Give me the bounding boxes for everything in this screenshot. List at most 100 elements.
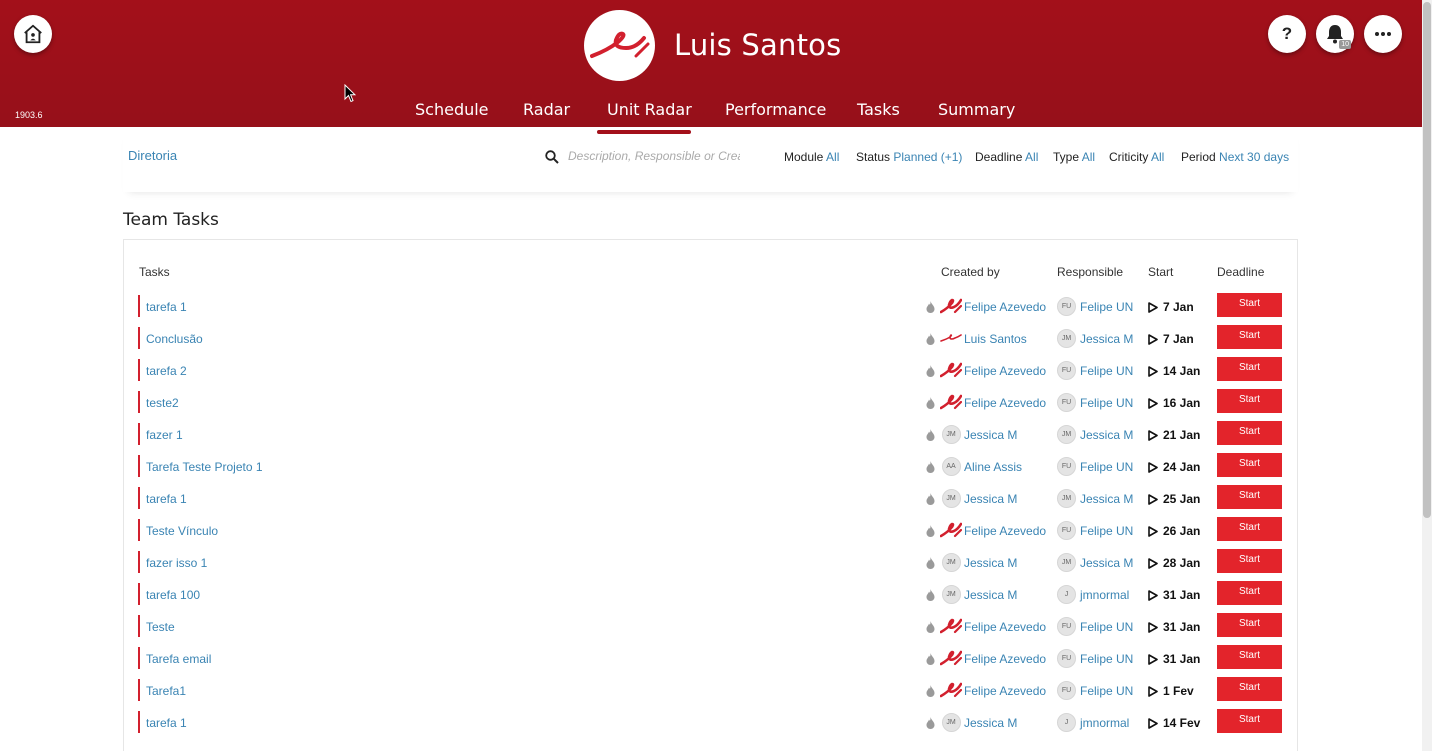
creator-link[interactable]: Felipe Azevedo (964, 396, 1046, 410)
table-row[interactable]: fazer 1 JM Jessica M JM Jessica M 21 Jan Start (123, 419, 1298, 451)
table-row[interactable]: Teste Felipe Azevedo FU Felipe UN 31 Jan Star… (123, 611, 1298, 643)
task-link[interactable]: tarefa 100 (146, 588, 200, 602)
table-row[interactable]: tarefa 1 JM Jessica M JM Jessica M 25 Jan Star… (123, 483, 1298, 515)
responsible-link[interactable]: Felipe UN (1080, 396, 1133, 410)
table-row[interactable]: tarefa 2 Felipe Azevedo FU Felipe UN 14 Jan S… (123, 355, 1298, 387)
start-button[interactable]: Start (1217, 357, 1282, 381)
logo-swoosh-icon (940, 618, 962, 634)
search-input[interactable] (568, 149, 740, 163)
task-link[interactable]: Teste (146, 620, 175, 634)
start-button[interactable]: Start (1217, 645, 1282, 669)
filter-module[interactable]: Module All (784, 150, 839, 164)
page-scrollbar[interactable] (1422, 0, 1432, 751)
responsible-link[interactable]: Felipe UN (1080, 652, 1133, 666)
more-button[interactable] (1364, 15, 1402, 53)
start-date: 16 Jan (1163, 396, 1201, 410)
table-row[interactable]: fazer isso 1 JM Jessica M JM Jessica M 28 Jan… (123, 547, 1298, 579)
priority-bar (138, 711, 140, 733)
table-row[interactable]: Tarefa email Felipe Azevedo FU Felipe UN 31 … (123, 643, 1298, 675)
table-row[interactable]: tarefa 1 Felipe Azevedo FU Felipe UN 7 Jan St… (123, 291, 1298, 323)
responsible-link[interactable]: jmnormal (1080, 588, 1129, 602)
task-link[interactable]: teste2 (146, 396, 179, 410)
creator-avatar: AA (940, 456, 962, 476)
scrollbar-thumb[interactable] (1423, 2, 1431, 518)
table-row[interactable]: tarefa 100 JM Jessica M Jjmnormal 31 Jan Star… (123, 579, 1298, 611)
responsible-link[interactable]: Jessica M (1080, 428, 1133, 442)
flame-icon (926, 653, 935, 665)
task-link[interactable]: tarefa 2 (146, 364, 187, 378)
responsible-link[interactable]: Felipe UN (1080, 684, 1133, 698)
nav-radar[interactable]: Radar (523, 100, 570, 119)
task-link[interactable]: Tarefa Teste Projeto 1 (146, 460, 263, 474)
nav-performance[interactable]: Performance (725, 100, 826, 119)
task-link[interactable]: tarefa 1 (146, 716, 187, 730)
table-row[interactable]: Tarefa Teste Projeto 1 AA Aline Assis FU Fel… (123, 451, 1298, 483)
task-link[interactable]: Tarefa email (146, 652, 211, 666)
table-row[interactable]: Tarefa1 Felipe Azevedo FU Felipe UN 1 Fev Sta… (123, 675, 1298, 707)
nav-schedule[interactable]: Schedule (415, 100, 489, 119)
start-button[interactable]: Start (1217, 421, 1282, 445)
task-link[interactable]: fazer isso 1 (146, 556, 207, 570)
start-button[interactable]: Start (1217, 293, 1282, 317)
table-row[interactable]: Conclusão Luis Santos JM Jessica M 7 Jan Star… (123, 323, 1298, 355)
notifications-button[interactable]: 10 (1316, 15, 1354, 53)
start-button[interactable]: Start (1217, 549, 1282, 573)
flame-icon (926, 589, 935, 601)
task-link[interactable]: Teste Vínculo (146, 524, 218, 538)
creator-link[interactable]: Felipe Azevedo (964, 620, 1046, 634)
responsible-link[interactable]: Felipe UN (1080, 524, 1133, 538)
responsible-link[interactable]: Jessica M (1080, 556, 1133, 570)
help-button[interactable]: ? (1268, 15, 1306, 53)
table-row[interactable]: teste2 Felipe Azevedo FU Felipe UN 16 Jan Sta… (123, 387, 1298, 419)
filter-period[interactable]: Period Next 30 days (1181, 150, 1289, 164)
creator-link[interactable]: Jessica M (964, 556, 1017, 570)
filter-criticity[interactable]: Criticity All (1109, 150, 1164, 164)
filter-deadline[interactable]: Deadline All (975, 150, 1038, 164)
start-button[interactable]: Start (1217, 517, 1282, 541)
task-link[interactable]: Tarefa1 (146, 684, 186, 698)
filter-status[interactable]: Status Planned (+1) (856, 150, 962, 164)
responsible-link[interactable]: jmnormal (1080, 716, 1129, 730)
creator-link[interactable]: Aline Assis (964, 460, 1022, 474)
creator-link[interactable]: Luis Santos (964, 332, 1027, 346)
flame-icon (926, 333, 935, 345)
task-link[interactable]: Conclusão (146, 332, 203, 346)
responsible-link[interactable]: Jessica M (1080, 492, 1133, 506)
task-link[interactable]: tarefa 1 (146, 300, 187, 314)
flame-icon (926, 429, 935, 441)
responsible-link[interactable]: Felipe UN (1080, 364, 1133, 378)
nav-summary[interactable]: Summary (938, 100, 1015, 119)
creator-link[interactable]: Jessica M (964, 716, 1017, 730)
task-link[interactable]: fazer 1 (146, 428, 183, 442)
creator-link[interactable]: Jessica M (964, 588, 1017, 602)
responsible-link[interactable]: Jessica M (1080, 332, 1133, 346)
creator-link[interactable]: Jessica M (964, 492, 1017, 506)
creator-link[interactable]: Felipe Azevedo (964, 364, 1046, 378)
start-button[interactable]: Start (1217, 677, 1282, 701)
nav-tasks[interactable]: Tasks (857, 100, 900, 119)
start-button[interactable]: Start (1217, 709, 1282, 733)
start-date: 24 Jan (1163, 460, 1201, 474)
creator-link[interactable]: Felipe Azevedo (964, 684, 1046, 698)
start-button[interactable]: Start (1217, 581, 1282, 605)
col-header-responsible: Responsible (1057, 265, 1124, 279)
start-button[interactable]: Start (1217, 389, 1282, 413)
start-button[interactable]: Start (1217, 453, 1282, 477)
creator-link[interactable]: Jessica M (964, 428, 1017, 442)
home-button[interactable] (14, 15, 52, 53)
responsible-link[interactable]: Felipe UN (1080, 460, 1133, 474)
filter-type[interactable]: Type All (1053, 150, 1095, 164)
creator-link[interactable]: Felipe Azevedo (964, 524, 1046, 538)
responsible-link[interactable]: Felipe UN (1080, 620, 1133, 634)
creator-link[interactable]: Felipe Azevedo (964, 652, 1046, 666)
creator-link[interactable]: Felipe Azevedo (964, 300, 1046, 314)
task-link[interactable]: tarefa 1 (146, 492, 187, 506)
table-row[interactable]: Teste Vínculo Felipe Azevedo FU Felipe UN 26… (123, 515, 1298, 547)
nav-unit-radar[interactable]: Unit Radar (607, 100, 692, 119)
responsible-link[interactable]: Felipe UN (1080, 300, 1133, 314)
breadcrumb-diretoria[interactable]: Diretoria (128, 148, 177, 163)
start-button[interactable]: Start (1217, 485, 1282, 509)
start-button[interactable]: Start (1217, 613, 1282, 637)
start-button[interactable]: Start (1217, 325, 1282, 349)
table-row[interactable]: tarefa 1 JM Jessica M Jjmnormal 14 Fev Start (123, 707, 1298, 739)
